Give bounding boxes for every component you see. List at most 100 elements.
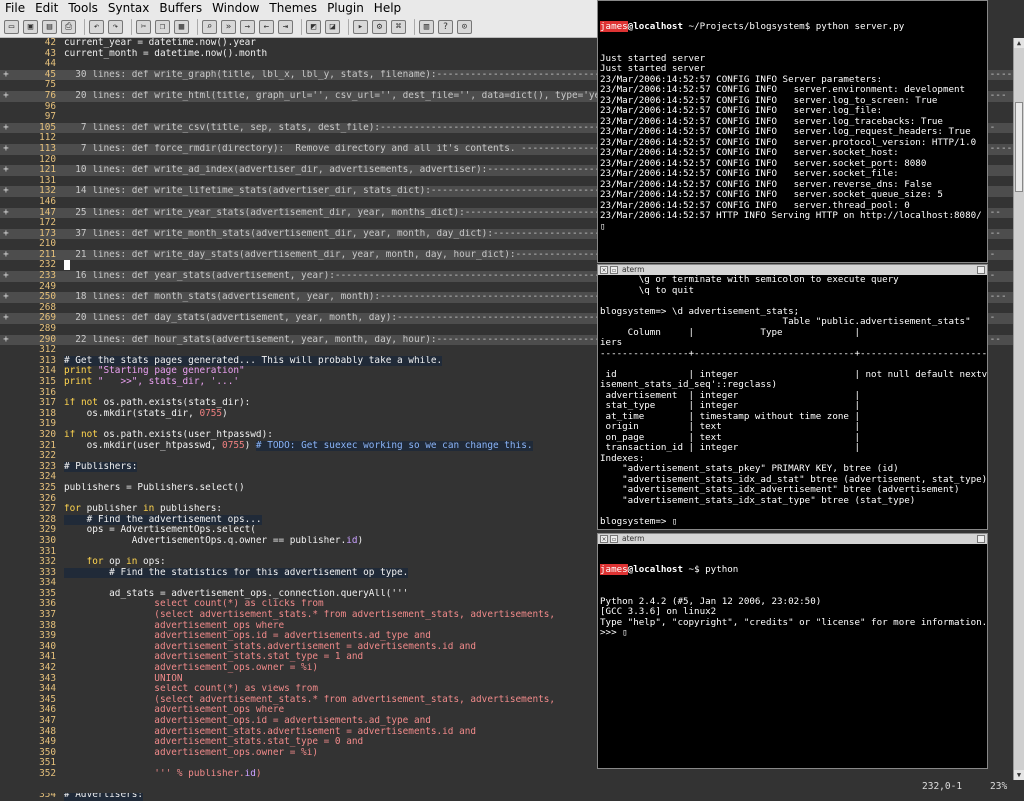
line-number: 323 bbox=[39, 461, 56, 472]
redo-icon[interactable]: ↷ bbox=[108, 19, 123, 34]
menu-plugin[interactable]: Plugin bbox=[322, 1, 369, 15]
terminal-python[interactable]: × ▫ aterm james@localhost ~$ python Pytho… bbox=[597, 533, 988, 769]
jump-icon[interactable]: ⇥ bbox=[278, 19, 293, 34]
cut-icon[interactable]: ✂ bbox=[136, 19, 151, 34]
terminal-titlebar[interactable]: × ▫ aterm bbox=[598, 265, 987, 275]
line-number: 318 bbox=[39, 408, 56, 419]
line-text: os.mkdir(user_htpasswd, 0755) # TODO: Ge… bbox=[64, 440, 533, 451]
menu-buffers[interactable]: Buffers bbox=[154, 1, 207, 15]
close-icon[interactable]: × bbox=[600, 266, 608, 274]
shell-icon[interactable]: ▥ bbox=[419, 19, 434, 34]
line-number: 329 bbox=[39, 525, 56, 536]
tag-icon[interactable]: ⌘ bbox=[391, 19, 406, 34]
scroll-up-arrow-icon[interactable]: ▲ bbox=[1014, 38, 1024, 48]
terminal-line: >>> ▯ bbox=[600, 627, 628, 638]
line-text: for op in ops: bbox=[86, 557, 166, 568]
back-icon[interactable]: ← bbox=[259, 19, 274, 34]
fold-marker-icon[interactable]: + bbox=[0, 70, 12, 81]
terminal-server[interactable]: james@localhost ~/Projects/blogsystem$ p… bbox=[597, 0, 988, 263]
menu-icon[interactable]: ▫ bbox=[610, 266, 618, 274]
line-text: advertisement_ops.id = advertisements.ad… bbox=[64, 631, 431, 642]
terminal-line: 23/Mar/2006:14:52:57 HTTP INFO Serving H… bbox=[600, 210, 982, 221]
load-session-icon[interactable]: ◩ bbox=[306, 19, 321, 34]
save-icon[interactable]: ▣ bbox=[23, 19, 38, 34]
fold-marker-icon[interactable]: + bbox=[0, 229, 12, 240]
terminal-line: Type "help", "copyright", "credits" or "… bbox=[600, 616, 988, 628]
fold-marker-icon[interactable]: + bbox=[0, 313, 12, 324]
forward-icon[interactable]: → bbox=[240, 19, 255, 34]
menu-syntax[interactable]: Syntax bbox=[103, 1, 154, 15]
terminal-line: 23/Mar/2006:14:52:57 CONFIG INFO server.… bbox=[600, 168, 899, 179]
fold-marker-icon[interactable]: + bbox=[0, 208, 12, 219]
menu-file[interactable]: File bbox=[0, 1, 30, 15]
fold-marker-icon[interactable]: + bbox=[0, 91, 12, 102]
toolbar: ▭ ▣ ▤ ⎙ ↶ ↷ ✂ ❐ ▦ ⌕ » → ← ⇥ ◩ ◪ ▸ ⚙ ⌘ ▥? ⊙ bbox=[0, 16, 600, 38]
line-number: 325 bbox=[39, 482, 56, 493]
line-text: os.mkdir(stats_dir, 0755) bbox=[64, 408, 228, 419]
close-icon[interactable]: × bbox=[600, 535, 608, 543]
line-number: 131 bbox=[39, 175, 56, 186]
fold-marker-icon[interactable]: + bbox=[0, 165, 12, 176]
line-text: ''' % publisher.id) bbox=[64, 768, 262, 779]
terminal-psql[interactable]: × ▫ aterm \g or terminate with semicolon … bbox=[597, 264, 988, 530]
menu-help[interactable]: Help bbox=[369, 1, 406, 15]
scrollbar-thumb[interactable] bbox=[1015, 102, 1023, 192]
status-line: 232,0-1 23% bbox=[0, 780, 1013, 793]
line-number: 350 bbox=[39, 747, 56, 758]
save-session-icon[interactable]: ◪ bbox=[325, 19, 340, 34]
find-icon[interactable]: ⌕ bbox=[202, 19, 217, 34]
make-icon[interactable]: ⚙ bbox=[372, 19, 387, 34]
print-icon[interactable]: ⎙ bbox=[61, 19, 76, 34]
terminal-line: "advertisement_stats_idx_stat_type" btre… bbox=[600, 494, 916, 506]
line-number: 345 bbox=[39, 694, 56, 705]
undo-icon[interactable]: ↶ bbox=[89, 19, 104, 34]
copy-icon[interactable]: ❐ bbox=[155, 19, 170, 34]
line-text: advertisement_ops.owner = %i) bbox=[64, 663, 318, 674]
line-number: 42 bbox=[44, 38, 56, 48]
run-icon[interactable]: ▸ bbox=[353, 19, 368, 34]
fold-marker-icon[interactable]: + bbox=[0, 123, 12, 134]
fold-marker-icon[interactable]: + bbox=[0, 186, 12, 197]
code-line[interactable]: 352 ''' % publisher.id) bbox=[0, 769, 1013, 780]
menu-edit[interactable]: Edit bbox=[30, 1, 63, 15]
fold-marker-icon[interactable]: + bbox=[0, 144, 12, 155]
fold-marker-icon[interactable]: + bbox=[0, 335, 12, 346]
line-number: 330 bbox=[39, 535, 56, 546]
line-number: 332 bbox=[39, 557, 56, 568]
fold-marker-icon[interactable]: + bbox=[0, 292, 12, 303]
terminal-titlebar[interactable]: × ▫ aterm bbox=[598, 534, 987, 544]
open-icon[interactable]: ▭ bbox=[4, 19, 19, 34]
terminal-server-output: james@localhost ~/Projects/blogsystem$ p… bbox=[598, 1, 987, 253]
line-number: 289 bbox=[39, 324, 56, 335]
terminal-line: 23/Mar/2006:14:52:57 CONFIG INFO server.… bbox=[600, 126, 971, 137]
save-all-icon[interactable]: ▤ bbox=[42, 19, 57, 34]
vertical-scrollbar[interactable]: ▲ ▼ bbox=[1013, 38, 1024, 780]
menu-icon[interactable]: ▫ bbox=[610, 535, 618, 543]
scroll-down-arrow-icon[interactable]: ▼ bbox=[1014, 770, 1024, 780]
line-number: 96 bbox=[44, 101, 56, 112]
line-text: advertisement_ops.owner = %i) bbox=[64, 747, 318, 758]
fold-marker-icon[interactable]: + bbox=[0, 250, 12, 261]
menu-tools[interactable]: Tools bbox=[63, 1, 103, 15]
line-number: 45 bbox=[44, 69, 56, 80]
fold-marker-icon[interactable]: + bbox=[0, 271, 12, 282]
line-number: 344 bbox=[39, 684, 56, 695]
maximize-icon[interactable] bbox=[977, 535, 985, 543]
paste-icon[interactable]: ▦ bbox=[174, 19, 189, 34]
find-help-icon[interactable]: ⊙ bbox=[457, 19, 472, 34]
line-number: 233 bbox=[39, 271, 56, 282]
line-text: current_year = datetime.now().year bbox=[64, 38, 256, 48]
find-next-icon[interactable]: » bbox=[221, 19, 236, 34]
terminal-line: Just started server bbox=[600, 63, 706, 74]
maximize-icon[interactable] bbox=[977, 266, 985, 274]
line-number: 290 bbox=[39, 334, 56, 345]
menu-themes[interactable]: Themes bbox=[264, 1, 322, 15]
line-text: if not os.path.exists(stats_dir): bbox=[64, 398, 251, 409]
line-number: 333 bbox=[39, 567, 56, 578]
menu-window[interactable]: Window bbox=[207, 1, 264, 15]
help-icon[interactable]: ? bbox=[438, 19, 453, 34]
prompt-user: james bbox=[600, 21, 628, 32]
line-number: 326 bbox=[39, 493, 56, 504]
